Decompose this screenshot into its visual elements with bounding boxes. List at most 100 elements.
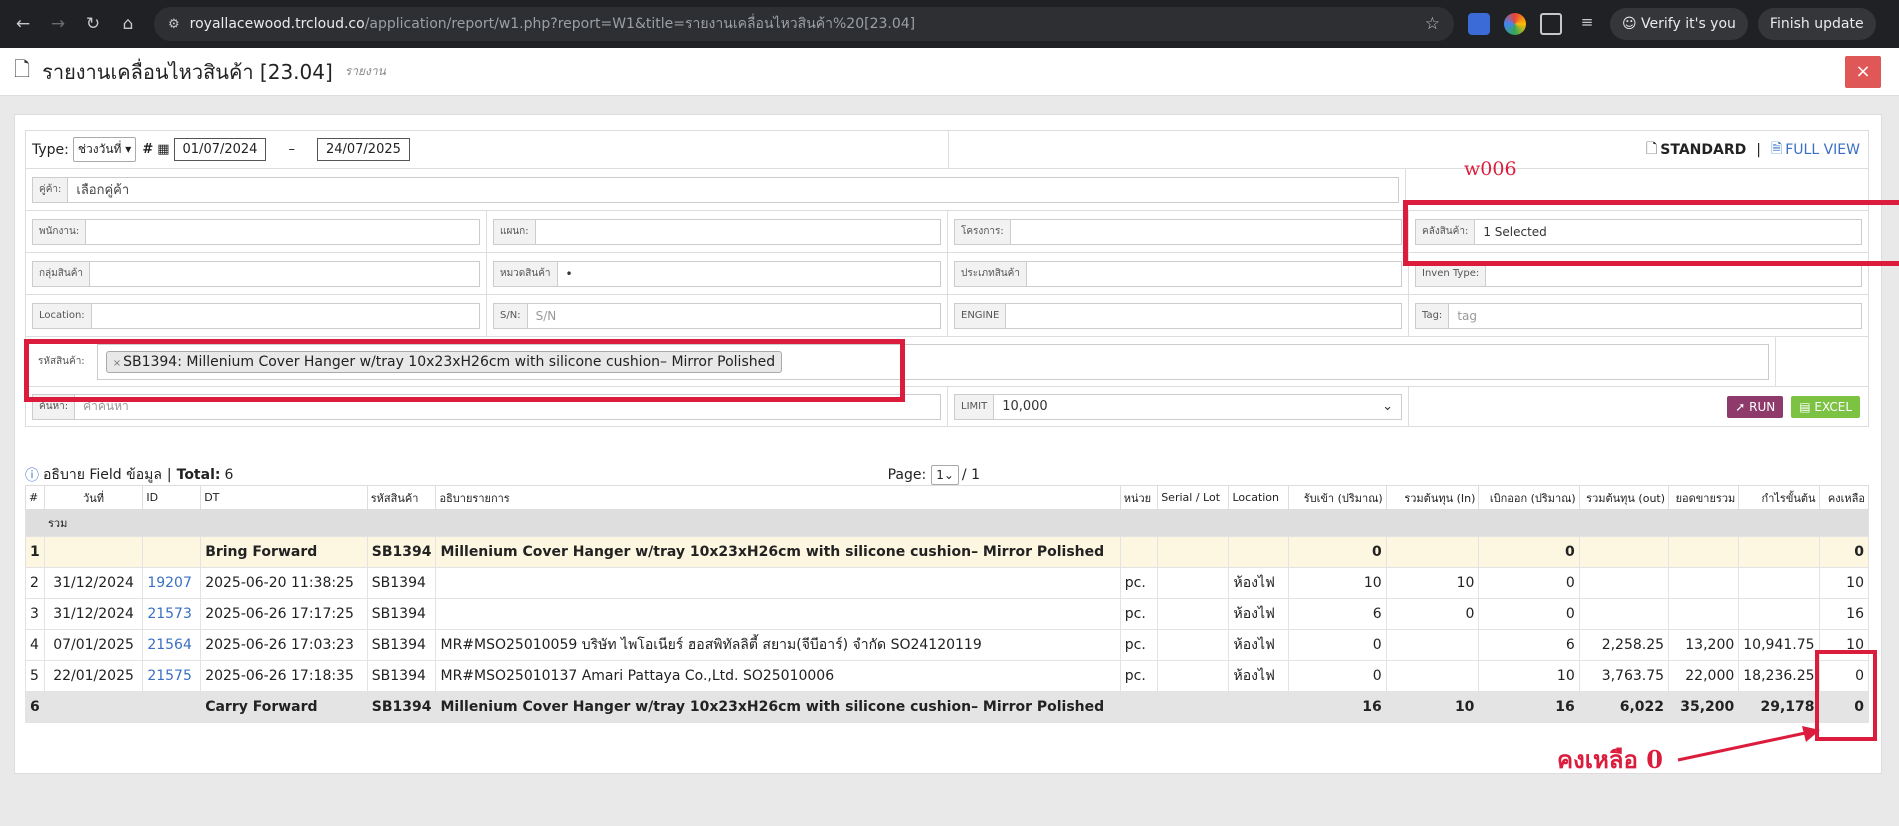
- table-cell: [142, 691, 202, 723]
- limit-select[interactable]: 10,000 ⌄: [994, 393, 1402, 420]
- bookmark-star-icon[interactable]: ☆: [1425, 14, 1440, 34]
- column-header[interactable]: กำไรขั้นต้น: [1738, 485, 1820, 510]
- table-cell: 13,200: [1668, 629, 1740, 661]
- table-cell: [1119, 536, 1159, 568]
- column-header[interactable]: Serial / Lot: [1157, 485, 1230, 510]
- location-input[interactable]: [91, 302, 480, 329]
- table-cell: 0: [1287, 660, 1387, 692]
- engine-input[interactable]: [1006, 302, 1402, 329]
- column-header[interactable]: เบิกออก (ปริมาณ): [1478, 485, 1580, 510]
- date-from-input[interactable]: 01/07/2024: [173, 138, 267, 161]
- column-header[interactable]: รับเข้า (ปริมาณ): [1287, 485, 1387, 510]
- tag-input[interactable]: tag: [1449, 302, 1862, 329]
- standard-view-link[interactable]: STANDARD: [1660, 142, 1746, 158]
- table-cell: [142, 536, 202, 568]
- table-cell: 3: [25, 598, 45, 630]
- column-header[interactable]: ID: [142, 485, 202, 510]
- table-cell[interactable]: 21573: [142, 598, 202, 630]
- media-control-icon[interactable]: ≡: [1576, 13, 1598, 35]
- table-cell: 10: [1818, 567, 1870, 599]
- table-cell: 6: [25, 691, 45, 723]
- column-header[interactable]: Location: [1228, 485, 1289, 510]
- table-cell: [1157, 567, 1230, 599]
- table-cell: [1738, 567, 1820, 599]
- table-cell: 16: [1818, 598, 1870, 630]
- department-input[interactable]: [535, 218, 941, 245]
- verify-button[interactable]: ☺ Verify it's you: [1610, 8, 1748, 40]
- finish-update-button[interactable]: Finish update: [1757, 8, 1876, 40]
- address-bar[interactable]: ⚙ royallacewood.trcloud.co/application/r…: [154, 7, 1454, 41]
- table-cell: Millenium Cover Hanger w/tray 10x23xH26c…: [435, 536, 1121, 568]
- table-cell: 1: [25, 536, 45, 568]
- color-extension-icon[interactable]: [1504, 13, 1526, 35]
- puzzle-extensions-icon[interactable]: [1540, 13, 1562, 35]
- table-cell[interactable]: 21564: [142, 629, 202, 661]
- table-cell: 2025-06-26 17:18:35: [200, 660, 368, 692]
- product-type-label: ประเภทสินค้า: [954, 260, 1027, 287]
- table-cell: 5: [25, 660, 45, 692]
- table-cell: pc.: [1119, 660, 1159, 692]
- summary-label: รวม: [25, 509, 1869, 537]
- site-info-icon[interactable]: ⚙: [168, 17, 180, 32]
- location-label: Location:: [32, 302, 92, 329]
- column-header[interactable]: รวมต้นทุน (In): [1385, 485, 1480, 510]
- column-header[interactable]: รหัสสินค้า: [366, 485, 437, 510]
- page-label: Page:: [887, 467, 927, 483]
- column-header[interactable]: รวมต้นทุน (out): [1578, 485, 1670, 510]
- table-cell: SB1394: [366, 691, 437, 723]
- category-input[interactable]: •: [557, 260, 941, 287]
- close-button[interactable]: ×: [1845, 55, 1881, 88]
- sn-input[interactable]: S/N: [527, 302, 941, 329]
- column-header[interactable]: DT: [200, 485, 368, 510]
- document-icon: 🗋: [14, 56, 31, 81]
- full-view-link[interactable]: FULL VIEW: [1785, 142, 1860, 158]
- table-cell: 6,022: [1578, 691, 1670, 723]
- table-cell: MR#MSO25010059 บริษัท ไพโอเนียร์ ฮอสพิทั…: [435, 629, 1121, 661]
- table-cell[interactable]: 21575: [142, 660, 202, 692]
- url-text: royallacewood.trcloud.co/application/rep…: [189, 16, 916, 32]
- column-header[interactable]: ยอดขายรวม: [1668, 485, 1740, 510]
- table-cell: Bring Forward: [200, 536, 368, 568]
- table-cell: [1157, 629, 1230, 661]
- page-of: / 1: [961, 467, 980, 483]
- run-button[interactable]: ➚ RUN: [1727, 395, 1784, 418]
- table-cell: [1228, 536, 1289, 568]
- table-cell: 4: [25, 629, 45, 661]
- column-header[interactable]: คงเหลือ: [1818, 485, 1870, 510]
- page-select[interactable]: 1⌄: [931, 465, 959, 485]
- column-header[interactable]: #: [25, 485, 45, 510]
- date-to-input[interactable]: 24/07/2025: [316, 138, 410, 161]
- table-cell: SB1394: [366, 629, 437, 661]
- customer-input[interactable]: เลือกคู่ค้า: [68, 176, 1399, 203]
- product-type-input[interactable]: [1026, 260, 1402, 287]
- shield-extension-icon[interactable]: [1468, 13, 1490, 35]
- table-cell: 07/01/2025: [43, 629, 144, 661]
- calendar-icon: ▦: [157, 142, 170, 157]
- info-icon[interactable]: ⓘ: [25, 465, 39, 485]
- employee-input[interactable]: [86, 218, 480, 245]
- table-cell: 0: [1478, 567, 1580, 599]
- forward-icon[interactable]: →: [45, 14, 71, 34]
- column-header[interactable]: หน่วย: [1119, 485, 1159, 510]
- type-select[interactable]: ช่วงวันที่ ▾: [72, 137, 137, 162]
- table-cell: [43, 691, 144, 723]
- home-icon[interactable]: ⌂: [115, 14, 141, 34]
- category-label: หมวดสินค้า: [493, 260, 558, 287]
- table-cell: 10: [1287, 567, 1387, 599]
- column-header[interactable]: วันที่: [43, 485, 144, 510]
- project-input[interactable]: [1010, 218, 1402, 245]
- table-cell[interactable]: 19207: [142, 567, 202, 599]
- table-cell: 0: [1287, 536, 1387, 568]
- tag-label: Tag:: [1415, 302, 1450, 329]
- column-header[interactable]: อธิบายรายการ: [435, 485, 1121, 510]
- table-cell: 0: [1818, 536, 1870, 568]
- product-group-input[interactable]: [90, 260, 480, 287]
- excel-button[interactable]: ▤ EXCEL: [1791, 395, 1860, 418]
- field-description-link[interactable]: อธิบาย Field ข้อมูล: [43, 464, 162, 486]
- table-cell: 16: [1287, 691, 1387, 723]
- table-cell: 10: [1478, 660, 1580, 692]
- table-cell: 0: [1287, 629, 1387, 661]
- back-icon[interactable]: ←: [10, 14, 36, 34]
- reload-icon[interactable]: ↻: [80, 14, 106, 34]
- employee-label: พนักงาน:: [32, 218, 87, 245]
